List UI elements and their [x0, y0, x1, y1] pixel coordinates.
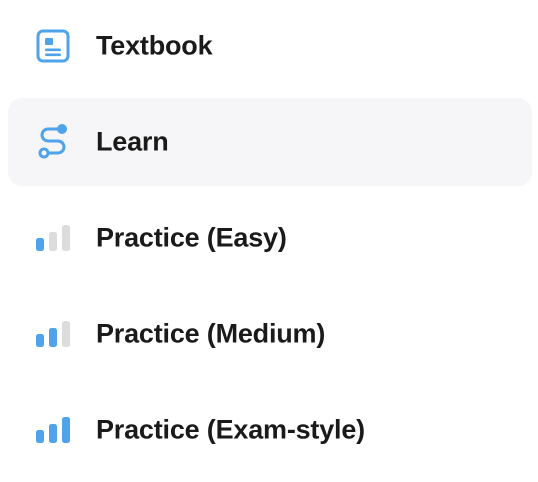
- difficulty-medium-icon: [34, 316, 72, 352]
- menu-item-learn[interactable]: Learn: [8, 98, 532, 186]
- sidebar-menu: Textbook Learn Practice (Easy) Practice …: [0, 0, 538, 482]
- menu-item-textbook[interactable]: Textbook: [8, 2, 532, 90]
- menu-item-label: Practice (Medium): [96, 318, 326, 349]
- difficulty-easy-icon: [34, 220, 72, 256]
- menu-item-practice-medium[interactable]: Practice (Medium): [8, 290, 532, 378]
- menu-item-label: Practice (Exam-style): [96, 414, 365, 445]
- textbook-icon: [34, 28, 72, 64]
- menu-item-practice-exam[interactable]: Practice (Exam-style): [8, 386, 532, 474]
- menu-item-label: Learn: [96, 126, 169, 157]
- menu-item-label: Textbook: [96, 30, 213, 61]
- difficulty-exam-icon: [34, 412, 72, 448]
- menu-item-practice-easy[interactable]: Practice (Easy): [8, 194, 532, 282]
- learn-path-icon: [34, 124, 72, 160]
- menu-item-label: Practice (Easy): [96, 222, 287, 253]
